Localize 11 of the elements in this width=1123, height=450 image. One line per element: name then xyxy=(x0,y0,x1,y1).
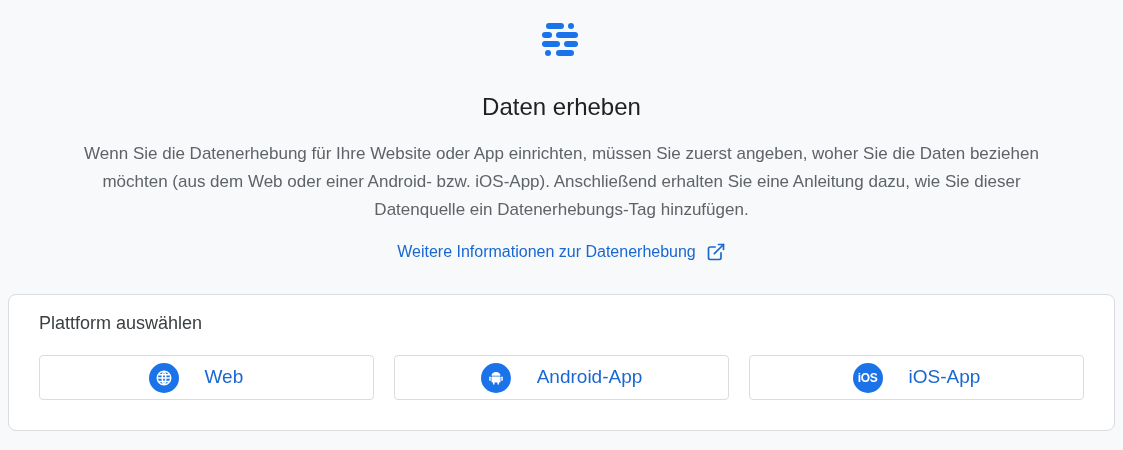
card-heading: Plattform auswählen xyxy=(39,312,204,335)
external-link-icon xyxy=(705,242,726,262)
platform-button[interactable]: iOS iOS-App xyxy=(749,355,1084,400)
android-robot-icon xyxy=(480,362,511,393)
globe-icon xyxy=(148,362,179,393)
platform-button[interactable]: Android-App xyxy=(394,355,729,400)
description-text: Wenn Sie die Datenerhebung für Ihre Website oder App einrichten, müssen Sie zuerst angeben, woher Sie die Daten beziehen möchten (aus dem Web oder einer Android- bzw. iOS-App). Anschließend erhalten Sie eine Anleitung dazu, wie Sie dieser Datenquelle ein Datenerhebungs-Tag hinzufügen. xyxy=(83,143,1040,221)
page-title: Daten erheben xyxy=(482,92,641,122)
ios-icon: iOS xyxy=(852,362,883,393)
platform-button[interactable]: Web xyxy=(39,355,374,400)
learn-more-link[interactable]: Weitere Informationen zur Datenerhebung xyxy=(397,240,726,264)
